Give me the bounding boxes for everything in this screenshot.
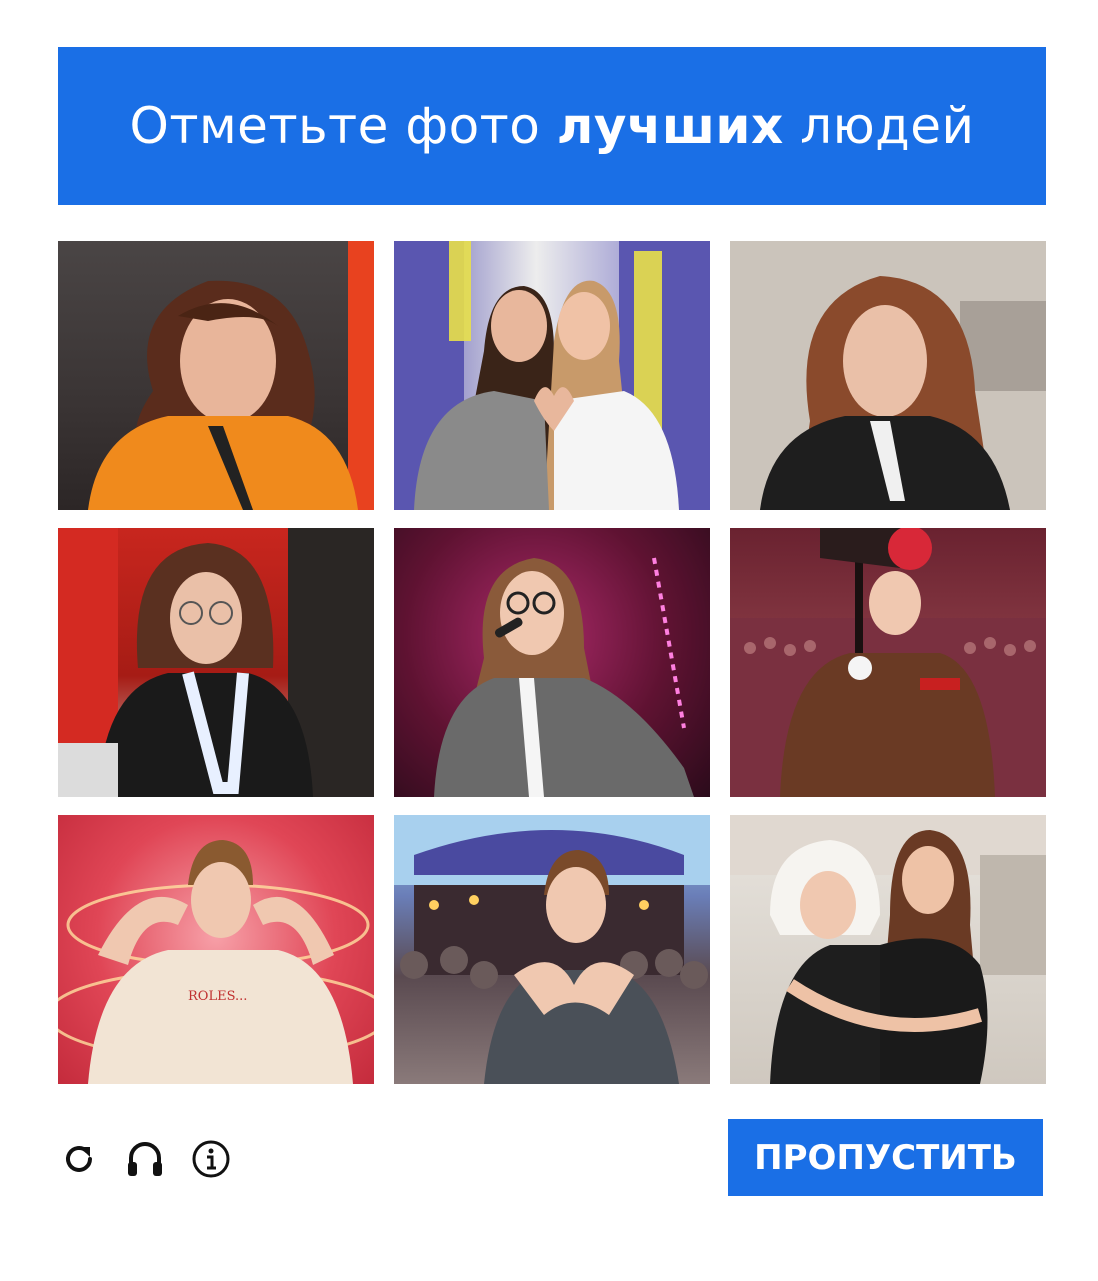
image-tile-2[interactable] (394, 241, 710, 510)
photo-woman-orange-shirt (88, 241, 374, 510)
image-tile-8[interactable] (394, 815, 710, 1084)
info-icon[interactable] (190, 1138, 232, 1180)
image-tile-1[interactable] (58, 241, 374, 510)
captcha-controls (58, 1137, 232, 1181)
photo-woman-glasses-desk (58, 528, 374, 797)
photo-girl-hands-head: ROLES... (58, 840, 374, 1084)
image-tile-5[interactable] (394, 528, 710, 797)
photo-girl-uniform-flag (730, 528, 1046, 797)
captcha-instruction: Отметьте фото лучших людей (129, 97, 975, 155)
photo-boy-heart-festival (394, 815, 710, 1084)
refresh-icon[interactable] (58, 1138, 100, 1180)
image-grid: ROLES... (58, 241, 1046, 1084)
instruction-keyword: лучших (556, 97, 784, 155)
image-tile-6[interactable] (730, 528, 1046, 797)
image-tile-9[interactable] (730, 815, 1046, 1084)
photo-two-girls-hugging (730, 815, 1046, 1084)
svg-text:ROLES...: ROLES... (188, 989, 247, 1004)
captcha-header: Отметьте фото лучших людей (58, 47, 1046, 205)
headphones-icon[interactable] (124, 1138, 166, 1180)
image-tile-7[interactable]: ROLES... (58, 815, 374, 1084)
image-tile-4[interactable] (58, 528, 374, 797)
photo-girl-singing (394, 528, 710, 797)
photo-two-girls-heart (394, 241, 710, 510)
skip-button[interactable]: ПРОПУСТИТЬ (728, 1119, 1043, 1196)
photo-woman-black-blazer (730, 241, 1046, 510)
image-tile-3[interactable] (730, 241, 1046, 510)
